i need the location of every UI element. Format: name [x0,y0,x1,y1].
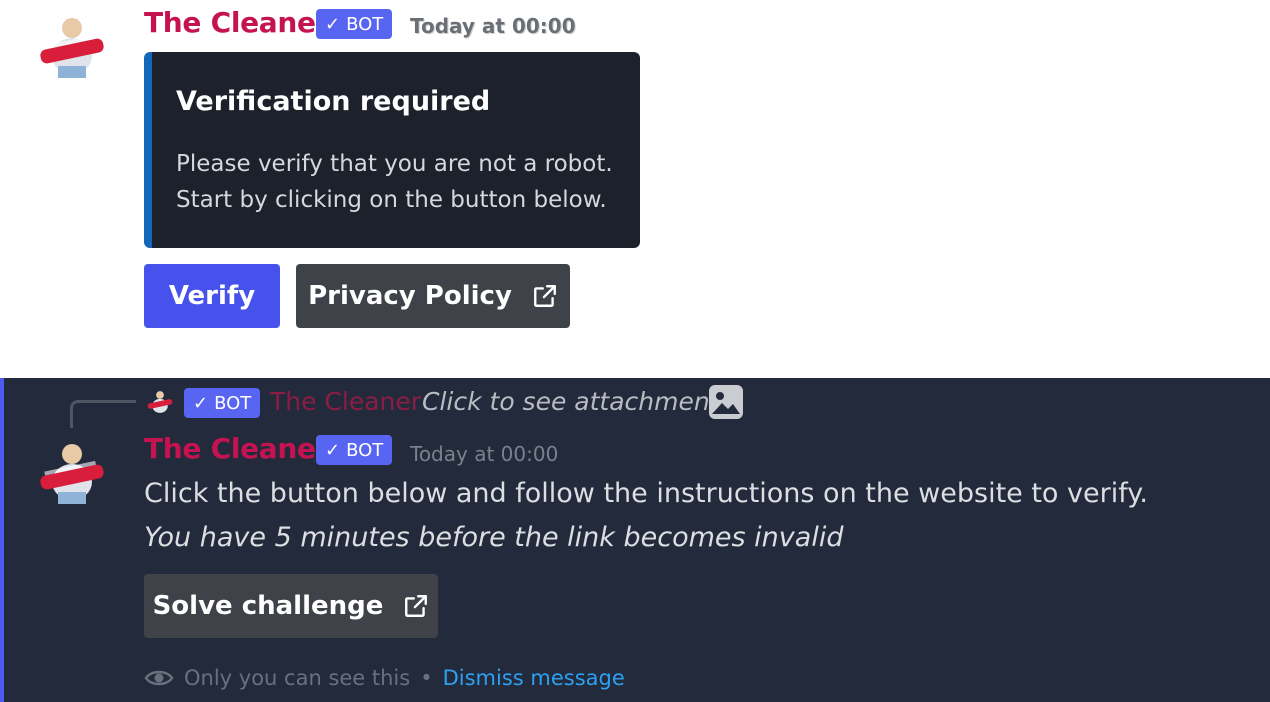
check-icon: ✓ [193,392,209,414]
solve-challenge-button[interactable]: Solve challenge [144,574,438,638]
reply-avatar[interactable] [146,388,174,416]
reply-preview-text[interactable]: Click to see attachment [422,387,720,416]
verify-button[interactable]: Verify [144,264,280,328]
reply-connector [70,400,136,428]
image-icon[interactable] [708,384,744,420]
external-link-icon [403,593,429,619]
bot-badge-label: BOT [346,13,384,35]
verify-button-label: Verify [168,281,256,311]
reply-bot-badge: ✓ BOT [184,388,261,418]
verification-message: The Cleaner ✓ BOT Today at 00:00 Verific… [0,0,1270,378]
message-text: Click the button below and follow the in… [144,478,1148,509]
ephemeral-footer: Only you can see this • Dismiss message [144,666,625,690]
highlight-bar [0,378,4,702]
ephemeral-message: ✓ BOT The Cleaner Click to see attachmen… [0,378,1270,702]
check-icon: ✓ [325,439,341,461]
embed-title: Verification required [176,86,491,117]
bot-badge: ✓ BOT [316,435,393,465]
solve-challenge-label: Solve challenge [152,591,384,621]
only-you-text: Only you can see this [184,666,411,690]
privacy-policy-button[interactable]: Privacy Policy [296,264,570,328]
bot-avatar[interactable] [36,10,108,82]
reply-bot-badge-label: BOT [214,392,252,414]
verification-embed: Verification required Please verify that… [144,52,640,248]
check-icon: ✓ [325,13,341,35]
bot-badge: ✓ BOT [316,9,393,39]
embed-description: Please verify that you are not a robot. … [176,151,613,213]
external-link-icon [532,283,558,309]
author-name[interactable]: The Cleaner [144,6,330,39]
message-note: You have 5 minutes before the link becom… [144,522,844,553]
author-name[interactable]: The Cleaner [144,432,330,465]
eye-icon [144,667,174,689]
bot-badge-label: BOT [346,439,384,461]
message-timestamp[interactable]: Today at 00:00 [410,14,576,38]
dismiss-message-link[interactable]: Dismiss message [443,666,625,690]
privacy-policy-label: Privacy Policy [308,281,512,311]
bot-avatar[interactable] [36,436,108,508]
reply-author-name[interactable]: The Cleaner [270,387,421,416]
message-timestamp[interactable]: Today at 00:00 [410,442,558,466]
separator-dot: • [420,666,433,690]
